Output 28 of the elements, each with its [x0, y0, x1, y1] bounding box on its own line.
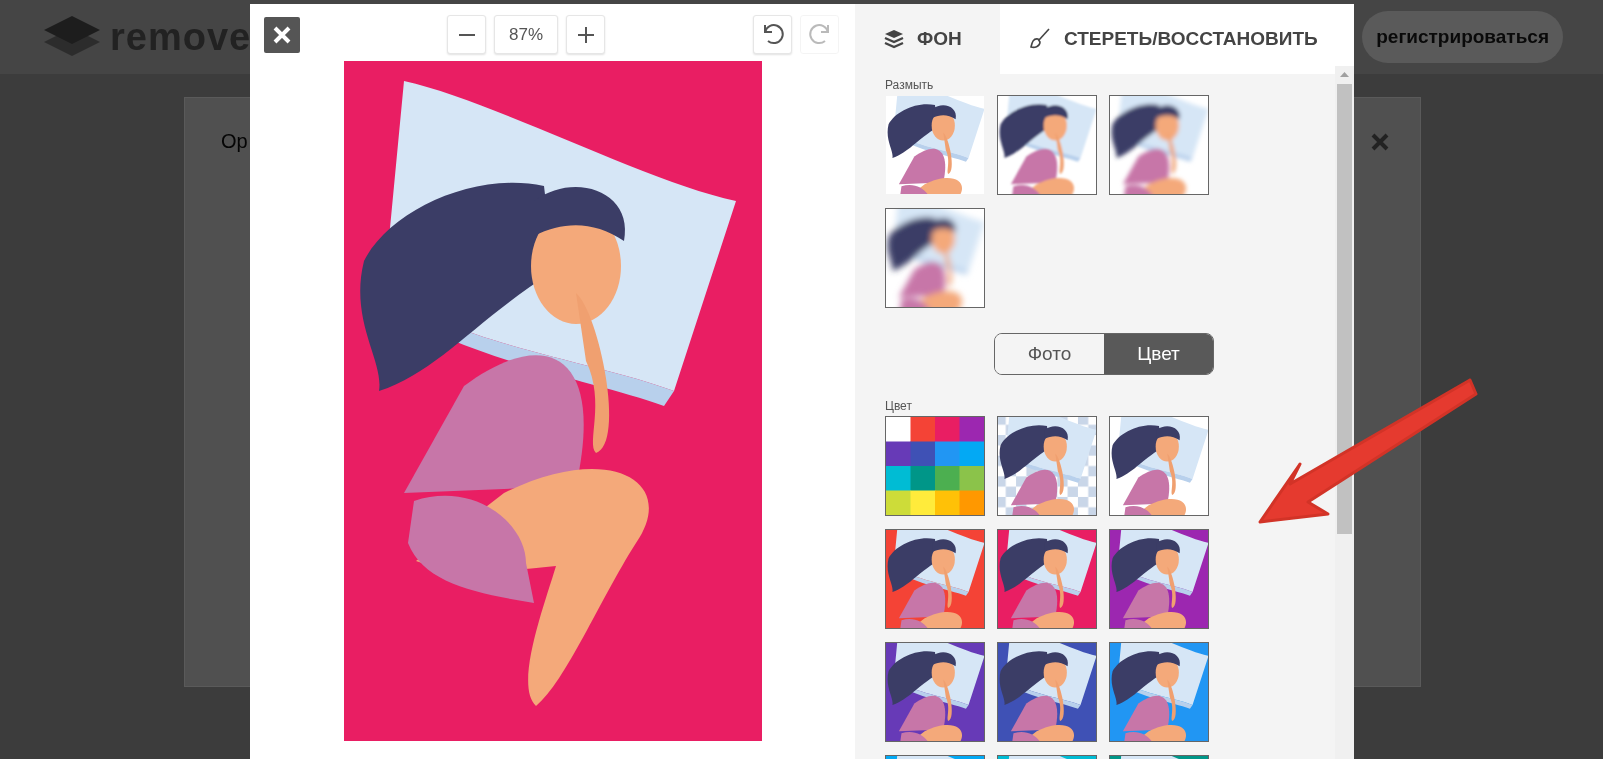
section-label: Цвет: [885, 398, 913, 415]
close-icon: [272, 25, 292, 45]
card-title: Ор: [221, 129, 248, 154]
zoom-level[interactable]: 87%: [494, 15, 558, 54]
blur-thumbnail[interactable]: [885, 208, 985, 308]
blur-thumbnail[interactable]: [997, 95, 1097, 195]
color-thumbnail[interactable]: [885, 529, 985, 629]
color-thumbnail[interactable]: [1109, 529, 1209, 629]
section-label: Размыть: [885, 77, 935, 94]
tab[interactable]: СТЕРЕТЬ/ВОССТАНОВИТЬ: [1000, 4, 1354, 74]
toggle-option[interactable]: Цвет: [1104, 334, 1213, 374]
color-thumbnail[interactable]: [1109, 642, 1209, 742]
minus-icon: [457, 33, 476, 36]
close-button[interactable]: [264, 17, 300, 53]
zoom-out-button[interactable]: [447, 15, 486, 54]
brush-icon: [1028, 27, 1052, 51]
scrollbar[interactable]: [1335, 66, 1354, 759]
transparent-thumbnail[interactable]: [997, 416, 1097, 516]
color-thumbnail[interactable]: [885, 642, 985, 742]
zoom-in-button[interactable]: [566, 15, 605, 54]
undo-button[interactable]: [753, 15, 792, 54]
plus-icon: [576, 25, 595, 44]
color-thumbnail[interactable]: [997, 642, 1097, 742]
color-thumbnail[interactable]: [1109, 416, 1209, 516]
layers-icon: [883, 28, 905, 50]
color-thumbnail[interactable]: [997, 529, 1097, 629]
color-palette-thumbnail[interactable]: [885, 416, 985, 516]
blur-thumbnail[interactable]: [1109, 95, 1209, 195]
